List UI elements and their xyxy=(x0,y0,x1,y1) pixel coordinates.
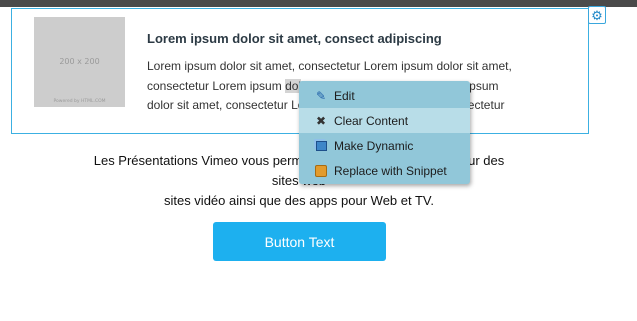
top-toolbar-strip xyxy=(0,0,637,7)
presentation-line-2: sites vidéo ainsi que des apps pour Web … xyxy=(163,193,435,208)
stacked-windows-icon xyxy=(314,139,328,153)
x-icon: ✖ xyxy=(315,113,327,128)
placeholder-dimensions: 200 x 200 xyxy=(59,57,100,66)
menu-item-make-dynamic[interactable]: Make Dynamic xyxy=(299,133,470,158)
menu-item-edit[interactable]: ✎ Edit xyxy=(299,83,470,108)
snippet-icon xyxy=(314,164,328,178)
menu-item-label: Make Dynamic xyxy=(334,138,414,153)
cta-button[interactable]: Button Text xyxy=(213,222,386,261)
image-placeholder[interactable]: 200 x 200 Powered by HTML.COM xyxy=(34,17,125,107)
block-title[interactable]: Lorem ipsum dolor sit amet, consect adip… xyxy=(147,31,577,46)
menu-item-label: Replace with Snippet xyxy=(334,163,447,178)
placeholder-credit: Powered by HTML.COM xyxy=(53,99,106,104)
pencil-icon: ✎ xyxy=(315,88,327,103)
context-menu: ✎ Edit ✖ Clear Content Make Dynamic Repl… xyxy=(299,81,470,184)
menu-item-clear-content[interactable]: ✖ Clear Content xyxy=(299,108,470,133)
menu-item-replace-with-snippet[interactable]: Replace with Snippet xyxy=(299,158,470,183)
menu-item-label: Clear Content xyxy=(334,113,409,128)
menu-item-label: Edit xyxy=(334,88,355,103)
gear-icon[interactable]: ⚙ xyxy=(588,6,606,24)
